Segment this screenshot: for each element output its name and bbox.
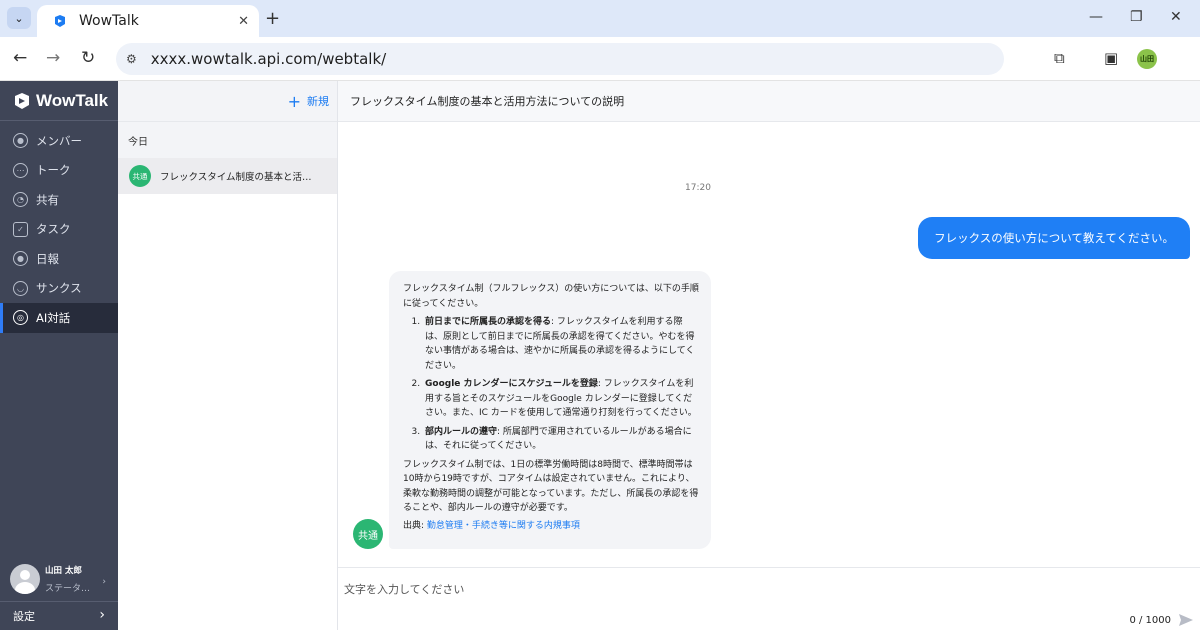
tab-search-button[interactable]: ⌄ xyxy=(7,7,31,29)
sidebar-item-label: 共有 xyxy=(36,192,59,207)
list-item: Google カレンダーにスケジュールを登録: フレックスタイムを利用する旨とそ… xyxy=(423,377,699,421)
sidebar-item-label: 日報 xyxy=(36,251,59,266)
sidebar-item-task[interactable]: ✓ タスク xyxy=(0,215,118,245)
sidebar-item-thanks[interactable]: ◡ サンクス xyxy=(0,274,118,304)
browser-tab[interactable]: WowTalk ✕ xyxy=(37,5,259,37)
browser-toolbar: ← → ↻ ⚙ xxxx.wowtalk.api.com/webtalk/ ⧉ … xyxy=(0,37,1200,81)
message-composer: 0 / 1000 xyxy=(338,567,1200,630)
assistant-message-bubble: フレックスタイム制（フルフレックス）の使い方については、以下の手順に従ってくださ… xyxy=(389,271,711,549)
list-item: 前日までに所属長の承認を得る: フレックスタイムを利用する際は、原則として前日ま… xyxy=(423,315,699,373)
current-user[interactable]: 山田 太郎 ステータ… › xyxy=(0,557,118,601)
minimize-icon[interactable]: — xyxy=(1089,9,1103,25)
assistant-avatar: 共通 xyxy=(353,519,383,549)
chevron-down-icon: ⌄ xyxy=(14,11,24,25)
member-icon: ● xyxy=(13,133,28,149)
task-icon: ✓ xyxy=(13,221,28,237)
plus-icon: + xyxy=(287,91,301,111)
step-title: Google カレンダーにスケジュールを登録 xyxy=(425,379,598,389)
reload-icon[interactable]: ↻ xyxy=(81,48,95,68)
share-icon: ◔ xyxy=(13,192,28,208)
section-label: 今日 xyxy=(118,122,337,158)
browser-tab-strip: ⌄ WowTalk ✕ + — ❐ ✕ xyxy=(0,0,1200,37)
assistant-outro: フレックスタイム制では、1日の標準労働時間は8時間で、標準時間帯は10時から19… xyxy=(403,459,699,514)
chat-title: フレックスタイム制度の基本と活用方法についての説明 xyxy=(338,81,1200,122)
user-name: 山田 太郎 xyxy=(45,566,82,576)
sidebar-item-member[interactable]: ● メンバー xyxy=(0,126,118,156)
sidebar-item-ai-chat[interactable]: ◎ AI対話 xyxy=(0,303,118,333)
conversation-list: + 新規 今日 共通 フレックスタイム制度の基本と活用… xyxy=(118,81,338,630)
sidebar-item-daily-report[interactable]: ● 日報 xyxy=(0,244,118,274)
message-timestamp: 17:20 xyxy=(685,183,711,193)
chevron-right-icon: › xyxy=(102,577,106,587)
wowtalk-favicon-icon xyxy=(55,15,65,27)
message-input[interactable] xyxy=(344,578,1104,600)
assistant-steps: 前日までに所属長の承認を得る: フレックスタイムを利用する際は、原則として前日ま… xyxy=(403,315,699,454)
send-icon[interactable] xyxy=(1178,612,1194,628)
site-info-icon[interactable]: ⚙ xyxy=(126,52,137,66)
user-status: ステータ… xyxy=(45,584,91,594)
source-label: 出典: xyxy=(403,520,425,531)
app-sidebar: WowTalk ● メンバー ⋯ トーク ◔ 共有 ✓ タスク ● 日報 ◡ サ… xyxy=(0,81,118,630)
sidebar-item-label: サンクス xyxy=(36,281,82,296)
sidebar-item-share[interactable]: ◔ 共有 xyxy=(0,185,118,215)
user-message-bubble: フレックスの使い方について教えてください。 xyxy=(918,217,1190,259)
wowtalk-logo-icon xyxy=(15,92,29,109)
source-line: 出典: 勤怠管理・手続き等に関する内規事項 xyxy=(403,519,699,534)
source-link[interactable]: 勤怠管理・手続き等に関する内規事項 xyxy=(427,521,580,531)
profile-avatar[interactable]: 山田 xyxy=(1137,49,1157,69)
brand-name: WowTalk xyxy=(36,90,109,110)
tab-title: WowTalk xyxy=(79,13,139,29)
close-tab-icon[interactable]: ✕ xyxy=(238,14,249,29)
restore-icon[interactable]: ❐ xyxy=(1130,9,1143,25)
sidebar-item-talk[interactable]: ⋯ トーク xyxy=(0,156,118,186)
url-text: xxxx.wowtalk.api.com/webtalk/ xyxy=(150,50,387,68)
daily-report-icon: ● xyxy=(13,251,28,267)
new-conversation-button[interactable]: + 新規 xyxy=(288,93,329,109)
thanks-icon: ◡ xyxy=(13,280,28,296)
new-conversation-label: 新規 xyxy=(307,95,329,108)
forward-arrow-icon[interactable]: → xyxy=(46,48,60,68)
brand: WowTalk xyxy=(0,81,118,121)
talk-icon: ⋯ xyxy=(13,162,28,178)
chat-panel: フレックスタイム制度の基本と活用方法についての説明 17:20 フレックスの使い… xyxy=(338,81,1200,630)
back-arrow-icon[interactable]: ← xyxy=(13,48,27,68)
user-info: 山田 太郎 ステータ… xyxy=(45,564,90,594)
character-count: 0 / 1000 xyxy=(1129,615,1171,626)
step-title: 前日までに所属長の承認を得る xyxy=(425,317,552,327)
assistant-intro: フレックスタイム制（フルフレックス）の使い方については、以下の手順に従ってくださ… xyxy=(403,284,699,309)
conversation-item[interactable]: 共通 フレックスタイム制度の基本と活用… xyxy=(118,158,337,194)
conversation-badge: 共通 xyxy=(129,165,151,187)
side-panel-icon[interactable]: ▣ xyxy=(1104,49,1118,67)
sidebar-item-label: AI対話 xyxy=(36,310,71,325)
avatar xyxy=(10,564,40,594)
conversation-title: フレックスタイム制度の基本と活用… xyxy=(160,172,320,183)
ai-chat-icon: ◎ xyxy=(13,310,28,326)
new-tab-icon[interactable]: + xyxy=(265,8,280,29)
settings-label: 設定 xyxy=(13,610,35,623)
close-window-icon[interactable]: ✕ xyxy=(1170,9,1182,25)
step-title: 部内ルールの遵守 xyxy=(425,426,498,437)
sidebar-item-label: メンバー xyxy=(36,133,82,148)
chevron-right-icon: › xyxy=(99,607,105,623)
list-item: 部内ルールの遵守: 所属部門で運用されているルールがある場合には、それに従ってく… xyxy=(423,425,699,454)
sidebar-item-label: トーク xyxy=(36,163,71,178)
sidebar-item-label: タスク xyxy=(36,222,71,237)
extensions-icon[interactable]: ⧉ xyxy=(1054,49,1065,67)
address-bar[interactable]: ⚙ xxxx.wowtalk.api.com/webtalk/ xyxy=(116,43,1004,75)
conversation-list-header: + 新規 xyxy=(118,81,337,122)
settings-button[interactable]: 設定 › xyxy=(0,601,118,630)
